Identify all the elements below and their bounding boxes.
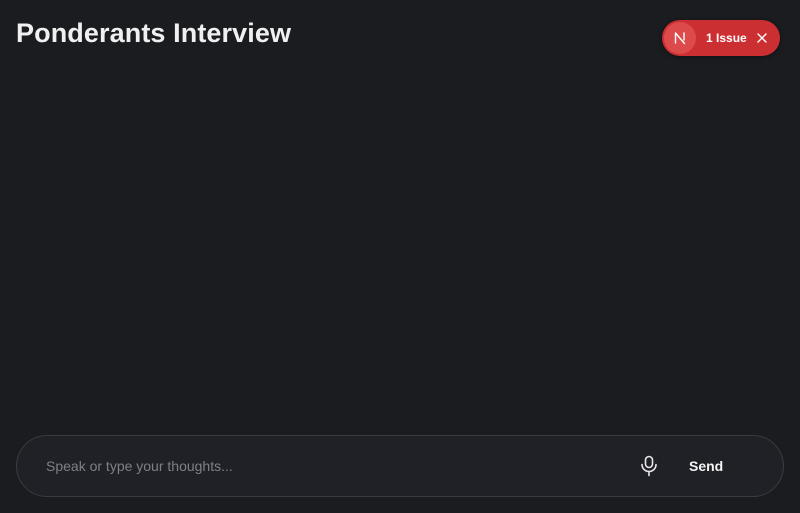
app-window: Ponderants Interview 1 Issue Send [0, 0, 800, 513]
nextjs-logo-icon [664, 22, 696, 54]
send-button[interactable]: Send [689, 458, 723, 474]
close-icon[interactable] [756, 32, 768, 44]
page-title: Ponderants Interview [16, 18, 292, 48]
microphone-icon[interactable] [637, 454, 661, 478]
message-composer: Send [16, 435, 784, 497]
issue-count-label: 1 Issue [706, 31, 747, 45]
issues-badge[interactable]: 1 Issue [662, 20, 780, 56]
message-input[interactable] [46, 451, 626, 481]
